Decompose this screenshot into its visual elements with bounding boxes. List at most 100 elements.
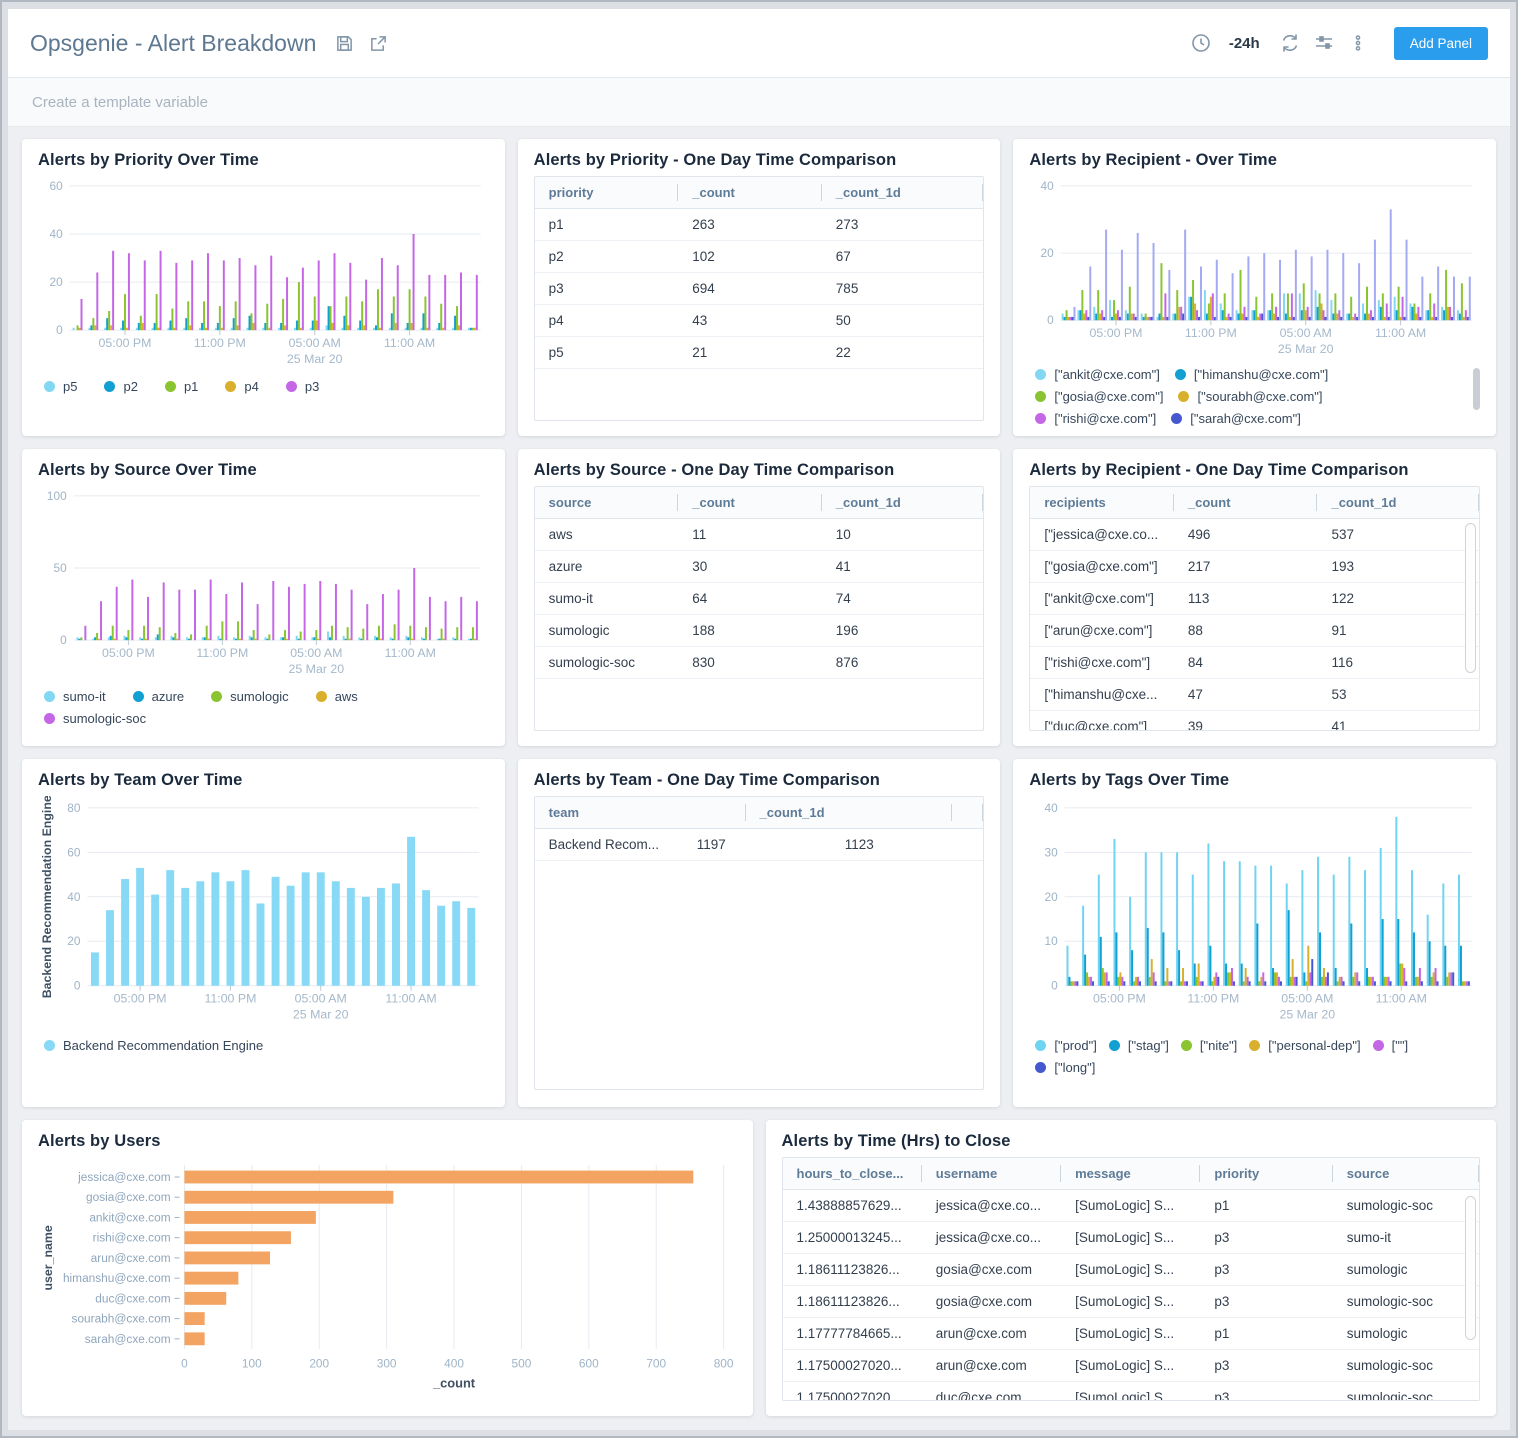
table-row[interactable]: 1.17500027020...arun@cxe.com[SumoLogic] …: [783, 1350, 1480, 1382]
table-row[interactable]: sumologic188196: [535, 615, 984, 647]
legend-item[interactable]: ["sarah@cxe.com"]: [1171, 411, 1301, 426]
legend-scrollbar-thumb[interactable]: [1473, 368, 1480, 410]
legend-item[interactable]: ["long"]: [1035, 1060, 1095, 1075]
table-header-cell[interactable]: _count_1d: [822, 177, 984, 208]
legend-item[interactable]: Backend Recommendation Engine: [44, 1038, 263, 1053]
table-header-cell[interactable]: source: [535, 487, 679, 518]
add-panel-button[interactable]: Add Panel: [1394, 27, 1488, 60]
table-header-cell[interactable]: _count_1d: [1317, 487, 1479, 518]
table-header-cell[interactable]: team: [535, 797, 746, 828]
table-row[interactable]: ["gosia@cxe.com"]217193: [1030, 551, 1479, 583]
legend-item[interactable]: ["stag"]: [1109, 1038, 1169, 1053]
svg-text:80: 80: [67, 801, 81, 815]
table-row[interactable]: ["duc@cxe.com"]3941: [1030, 711, 1479, 731]
legend-item[interactable]: ["prod"]: [1035, 1038, 1096, 1053]
table-header-cell[interactable]: priority: [535, 177, 679, 208]
share-icon[interactable]: [366, 31, 390, 55]
table-header-cell[interactable]: _count: [678, 177, 822, 208]
table-row[interactable]: p210267: [535, 241, 984, 273]
table-row[interactable]: azure3041: [535, 551, 984, 583]
panel-title: Alerts by Recipient - Over Time: [1029, 151, 1480, 170]
time-range-clock-icon[interactable]: [1189, 31, 1213, 55]
users-chart[interactable]: 0100200300400500600700800jessica@cxe.com…: [38, 1157, 737, 1394]
legend-item[interactable]: p5: [44, 379, 77, 394]
team-over-time-chart[interactable]: 02040608005:00 PM11:00 PM05:00 AM25 Mar …: [38, 796, 489, 1033]
legend-item[interactable]: ["personal-dep"]: [1249, 1038, 1360, 1053]
table-row[interactable]: p3694785: [535, 273, 984, 305]
table-header-cell[interactable]: message: [1061, 1158, 1200, 1189]
time-range-value[interactable]: -24h: [1229, 35, 1260, 52]
kebab-menu-icon[interactable]: [1346, 31, 1370, 55]
table-header-cell[interactable]: _count: [1174, 487, 1318, 518]
table-row[interactable]: aws1110: [535, 519, 984, 551]
table-row[interactable]: sumologic-soc830876: [535, 647, 984, 679]
legend-item[interactable]: ["rishi@cxe.com"]: [1035, 411, 1156, 426]
save-icon[interactable]: [332, 31, 356, 55]
table-row[interactable]: ["arun@cxe.com"]8891: [1030, 615, 1479, 647]
legend-item[interactable]: p4: [225, 379, 258, 394]
svg-text:arun@cxe.com: arun@cxe.com: [91, 1251, 171, 1265]
legend-item[interactable]: p3: [286, 379, 319, 394]
table-cell: 74: [822, 583, 984, 614]
panel-title: Alerts by Tags Over Time: [1029, 771, 1480, 790]
team-comparison-table: team_count_1dBackend Recom...11971123: [534, 796, 985, 1090]
svg-text:11:00 PM: 11:00 PM: [194, 336, 246, 350]
table-row[interactable]: p52122: [535, 337, 984, 369]
legend-dot-icon: [44, 713, 55, 724]
table-row[interactable]: 1.43888857629...jessica@cxe.co...[SumoLo…: [783, 1190, 1480, 1222]
table-row[interactable]: ["rishi@cxe.com"]84116: [1030, 647, 1479, 679]
table-row[interactable]: 1.18611123826...gosia@cxe.com[SumoLogic]…: [783, 1286, 1480, 1318]
table-cell: 876: [822, 647, 984, 678]
legend-item[interactable]: aws: [316, 689, 358, 704]
legend-item[interactable]: sumologic: [211, 689, 289, 704]
panel-title: Alerts by Users: [38, 1132, 737, 1151]
priority-legend: p5 p2 p1 p4 p3: [38, 379, 489, 394]
recipient-over-time-chart[interactable]: 0204005:00 PM11:00 PM05:00 AM25 Mar 2011…: [1029, 176, 1480, 362]
legend-item[interactable]: ["sourabh@cxe.com"]: [1178, 389, 1322, 404]
table-row[interactable]: p1263273: [535, 209, 984, 241]
refresh-icon[interactable]: [1278, 31, 1302, 55]
table-cell: 1.17500027020...: [783, 1350, 922, 1381]
table-header-cell[interactable]: username: [922, 1158, 1061, 1189]
legend-item[interactable]: ["himanshu@cxe.com"]: [1175, 367, 1328, 382]
priority-over-time-chart[interactable]: 020406005:00 PM11:00 PM05:00 AM25 Mar 20…: [38, 176, 489, 374]
template-variable-bar[interactable]: Create a template variable: [8, 78, 1510, 127]
table-row[interactable]: Backend Recom...11971123: [535, 829, 984, 861]
legend-item[interactable]: ["ankit@cxe.com"]: [1035, 367, 1160, 382]
legend-item[interactable]: sumo-it: [44, 689, 106, 704]
table-scrollbar-thumb[interactable]: [1465, 523, 1476, 673]
table-scrollbar-thumb[interactable]: [1465, 1196, 1476, 1340]
table-header-cell[interactable]: [952, 797, 983, 828]
table-row[interactable]: 1.17777784665...arun@cxe.com[SumoLogic] …: [783, 1318, 1480, 1350]
legend-item[interactable]: azure: [133, 689, 185, 704]
svg-text:05:00 AM: 05:00 AM: [295, 992, 347, 1006]
table-header-cell[interactable]: source: [1333, 1158, 1479, 1189]
tags-over-time-chart[interactable]: 01020304005:00 PM11:00 PM05:00 AM25 Mar …: [1029, 796, 1480, 1033]
legend-item[interactable]: ["nite"]: [1181, 1038, 1237, 1053]
legend-item[interactable]: [""]: [1373, 1038, 1408, 1053]
legend-item[interactable]: sumologic-soc: [44, 711, 146, 726]
legend-item[interactable]: p1: [165, 379, 198, 394]
legend-item[interactable]: p2: [104, 379, 137, 394]
table-row[interactable]: 1.25000013245...jessica@cxe.co...[SumoLo…: [783, 1222, 1480, 1254]
table-row[interactable]: p44350: [535, 305, 984, 337]
source-over-time-chart[interactable]: 05010005:00 PM11:00 PM05:00 AM25 Mar 201…: [38, 486, 489, 684]
table-header-cell[interactable]: _count: [678, 487, 822, 518]
table-row[interactable]: sumo-it6474: [535, 583, 984, 615]
table-row[interactable]: ["himanshu@cxe...4753: [1030, 679, 1479, 711]
table-header-cell[interactable]: _count_1d: [822, 487, 984, 518]
table-header-cell[interactable]: _count_1d: [746, 797, 952, 828]
table-cell: ["gosia@cxe.com"]: [1030, 551, 1174, 582]
table-row[interactable]: ["ankit@cxe.com"]113122: [1030, 583, 1479, 615]
table-header-cell[interactable]: hours_to_close...: [783, 1158, 922, 1189]
table-row[interactable]: 1.17500027020...duc@cxe.com[SumoLogic] S…: [783, 1382, 1480, 1401]
filter-sliders-icon[interactable]: [1312, 31, 1336, 55]
table-header-cell[interactable]: recipients: [1030, 487, 1174, 518]
table-row[interactable]: 1.18611123826...gosia@cxe.com[SumoLogic]…: [783, 1254, 1480, 1286]
legend-dot-icon: [1035, 1062, 1046, 1073]
table-row[interactable]: ["jessica@cxe.co...496537: [1030, 519, 1479, 551]
table-header-cell[interactable]: priority: [1200, 1158, 1332, 1189]
table-cell: 196: [822, 615, 984, 646]
legend-dot-icon: [225, 381, 236, 392]
legend-item[interactable]: ["gosia@cxe.com"]: [1035, 389, 1163, 404]
